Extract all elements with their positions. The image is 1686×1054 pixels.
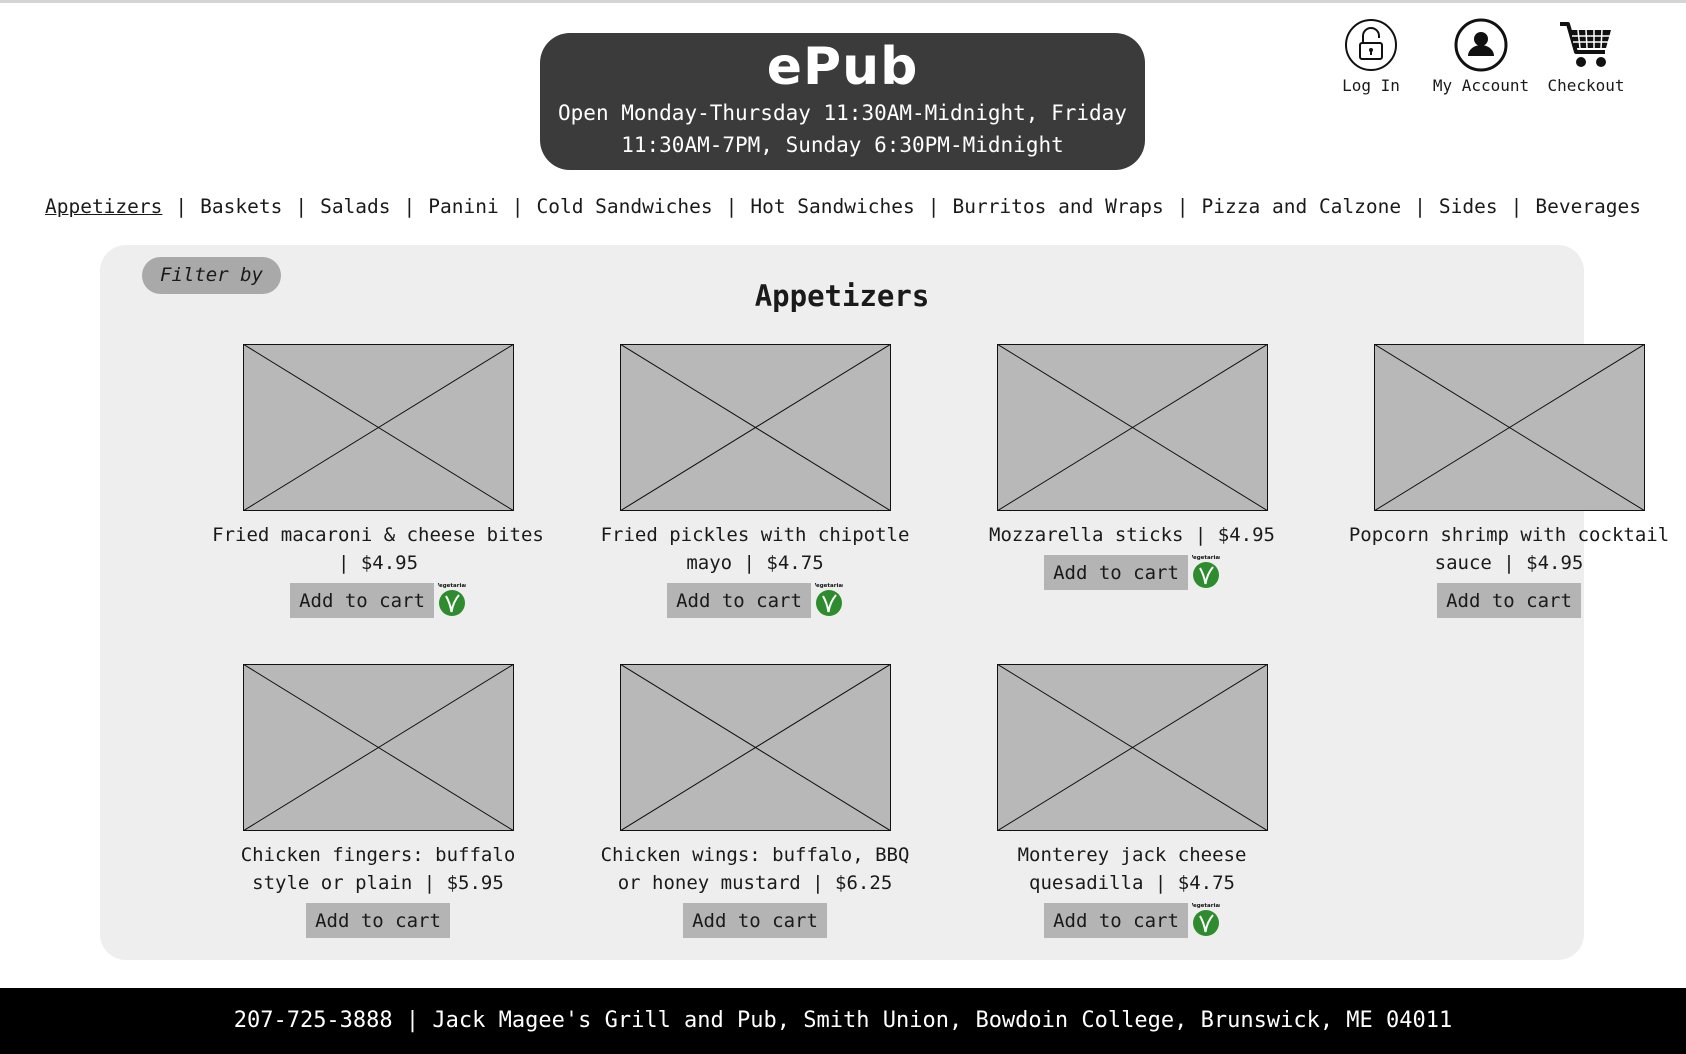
menu-panel: Filter by Appetizers Fried macaroni & ch…	[100, 245, 1669, 960]
svg-text:Vegetarian: Vegetarian	[438, 583, 466, 589]
item-image-placeholder	[242, 344, 514, 511]
cart-icon	[1560, 22, 1611, 67]
my-account-link[interactable]: My Account	[1426, 18, 1536, 95]
nav-item-salads[interactable]: Salads	[320, 195, 390, 218]
menu-item-name: Chicken fingers: buffalo style or plain …	[240, 844, 516, 894]
checkout-label: Checkout	[1547, 76, 1625, 95]
item-image-placeholder	[996, 344, 1268, 511]
nav-item-sides[interactable]: Sides	[1439, 195, 1498, 218]
add-to-cart-button[interactable]: Add to cart	[1044, 903, 1188, 938]
menu-item-name: Fried pickles with chipotle mayo | $4.75	[600, 524, 910, 574]
menu-item-name: Fried macaroni & cheese bites | $4.95	[212, 524, 544, 574]
svg-text:Vegetarian: Vegetarian	[815, 583, 843, 589]
svg-text:Vegetarian: Vegetarian	[1192, 555, 1220, 561]
cart-row: Add to cart Vegetarian	[962, 903, 1302, 938]
nav-item-cold-sandwiches[interactable]: Cold Sandwiches	[536, 195, 712, 218]
vegetarian-badge-icon: Vegetarian	[438, 583, 466, 616]
lock-icon	[1345, 19, 1397, 71]
nav-item-appetizers[interactable]: Appetizers	[45, 195, 162, 218]
item-image-placeholder	[1373, 344, 1645, 511]
menu-item-name: Monterey jack cheese quesadilla | $4.75	[1017, 844, 1247, 894]
cart-row: Add to cart	[1339, 583, 1679, 618]
nav-separator: |	[1414, 195, 1426, 218]
menu-item-card: Chicken fingers: buffalo style or plain …	[208, 664, 548, 938]
menu-item-name: Mozzarella sticks | $4.95	[989, 524, 1275, 546]
add-to-cart-button[interactable]: Add to cart	[683, 903, 827, 938]
menu-item-card: Mozzarella sticks | $4.95 Add to cart Vege…	[962, 344, 1302, 590]
nav-item-panini[interactable]: Panini	[428, 195, 498, 218]
menu-item-name: Popcorn shrimp with cocktail sauce | $4.…	[1348, 524, 1670, 574]
login-label: Log In	[1342, 76, 1400, 95]
nav-item-beverages[interactable]: Beverages	[1535, 195, 1641, 218]
menu-item-card: Chicken wings: buffalo, BBQ or honey mus…	[585, 664, 925, 938]
nav-separator: |	[295, 195, 308, 218]
cart-row: Add to cart	[585, 903, 925, 938]
opening-hours: Open Monday-Thursday 11:30AM-Midnight, F…	[558, 101, 1127, 157]
vegetarian-badge-icon: Vegetarian	[1192, 903, 1220, 936]
footer: 207-725-3888 | Jack Magee's Grill and Pu…	[0, 988, 1686, 1054]
cart-row: Add to cart Vegetarian	[585, 583, 925, 618]
add-to-cart-button[interactable]: Add to cart	[667, 583, 811, 618]
svg-text:Vegetarian: Vegetarian	[1192, 903, 1220, 909]
nav-separator: |	[175, 195, 188, 218]
menu-item-card: Fried macaroni & cheese bites | $4.95 Add…	[208, 344, 548, 618]
login-link[interactable]: Log In	[1316, 18, 1426, 95]
footer-text: 207-725-3888 | Jack Magee's Grill and Pu…	[233, 1008, 1453, 1033]
item-image-placeholder	[242, 664, 514, 831]
cart-row: Add to cart Vegetarian	[208, 583, 548, 618]
category-nav: Appetizers | Baskets | Salads | Panini | Cold Sa…	[0, 195, 1686, 218]
menu-item-name: Chicken wings: buffalo, BBQ or honey mus…	[600, 844, 910, 894]
nav-item-baskets[interactable]: Baskets	[200, 195, 282, 218]
nav-separator: |	[511, 195, 524, 218]
header-banner: ePub Open Monday-Thursday 11:30AM-Midnig…	[540, 33, 1145, 170]
vegetarian-badge-icon: Vegetarian	[815, 583, 843, 616]
add-to-cart-button[interactable]: Add to cart	[306, 903, 450, 938]
nav-item-pizza-and-calzone[interactable]: Pizza and Calzone	[1202, 195, 1402, 218]
menu-item-card: Monterey jack cheese quesadilla | $4.75 A…	[962, 664, 1302, 938]
nav-separator: |	[1176, 195, 1189, 218]
item-image-placeholder	[619, 344, 891, 511]
cart-row: Add to cart Vegetarian	[962, 555, 1302, 590]
nav-item-hot-sandwiches[interactable]: Hot Sandwiches	[750, 195, 914, 218]
add-to-cart-button[interactable]: Add to cart	[290, 583, 434, 618]
my-account-label: My Account	[1432, 76, 1530, 95]
nav-separator: |	[403, 195, 416, 218]
add-to-cart-button[interactable]: Add to cart	[1437, 583, 1581, 618]
menu-item-card: Popcorn shrimp with cocktail sauce | $4.…	[1339, 344, 1679, 618]
menu-item-card: Fried pickles with chipotle mayo | $4.75…	[585, 344, 925, 618]
checkout-link[interactable]: Checkout	[1531, 18, 1641, 95]
top-border	[0, 0, 1686, 3]
section-title: Appetizers	[754, 279, 930, 313]
add-to-cart-button[interactable]: Add to cart	[1044, 555, 1188, 590]
vegetarian-badge-icon: Vegetarian	[1192, 555, 1220, 588]
nav-separator: |	[1510, 195, 1523, 218]
user-icon	[1454, 18, 1508, 72]
item-image-placeholder	[619, 664, 891, 831]
brand-title: ePub	[766, 37, 919, 97]
nav-item-burritos-and-wraps[interactable]: Burritos and Wraps	[952, 195, 1163, 218]
nav-separator: |	[725, 195, 738, 218]
cart-row: Add to cart	[208, 903, 548, 938]
nav-separator: |	[927, 195, 940, 218]
item-image-placeholder	[996, 664, 1268, 831]
